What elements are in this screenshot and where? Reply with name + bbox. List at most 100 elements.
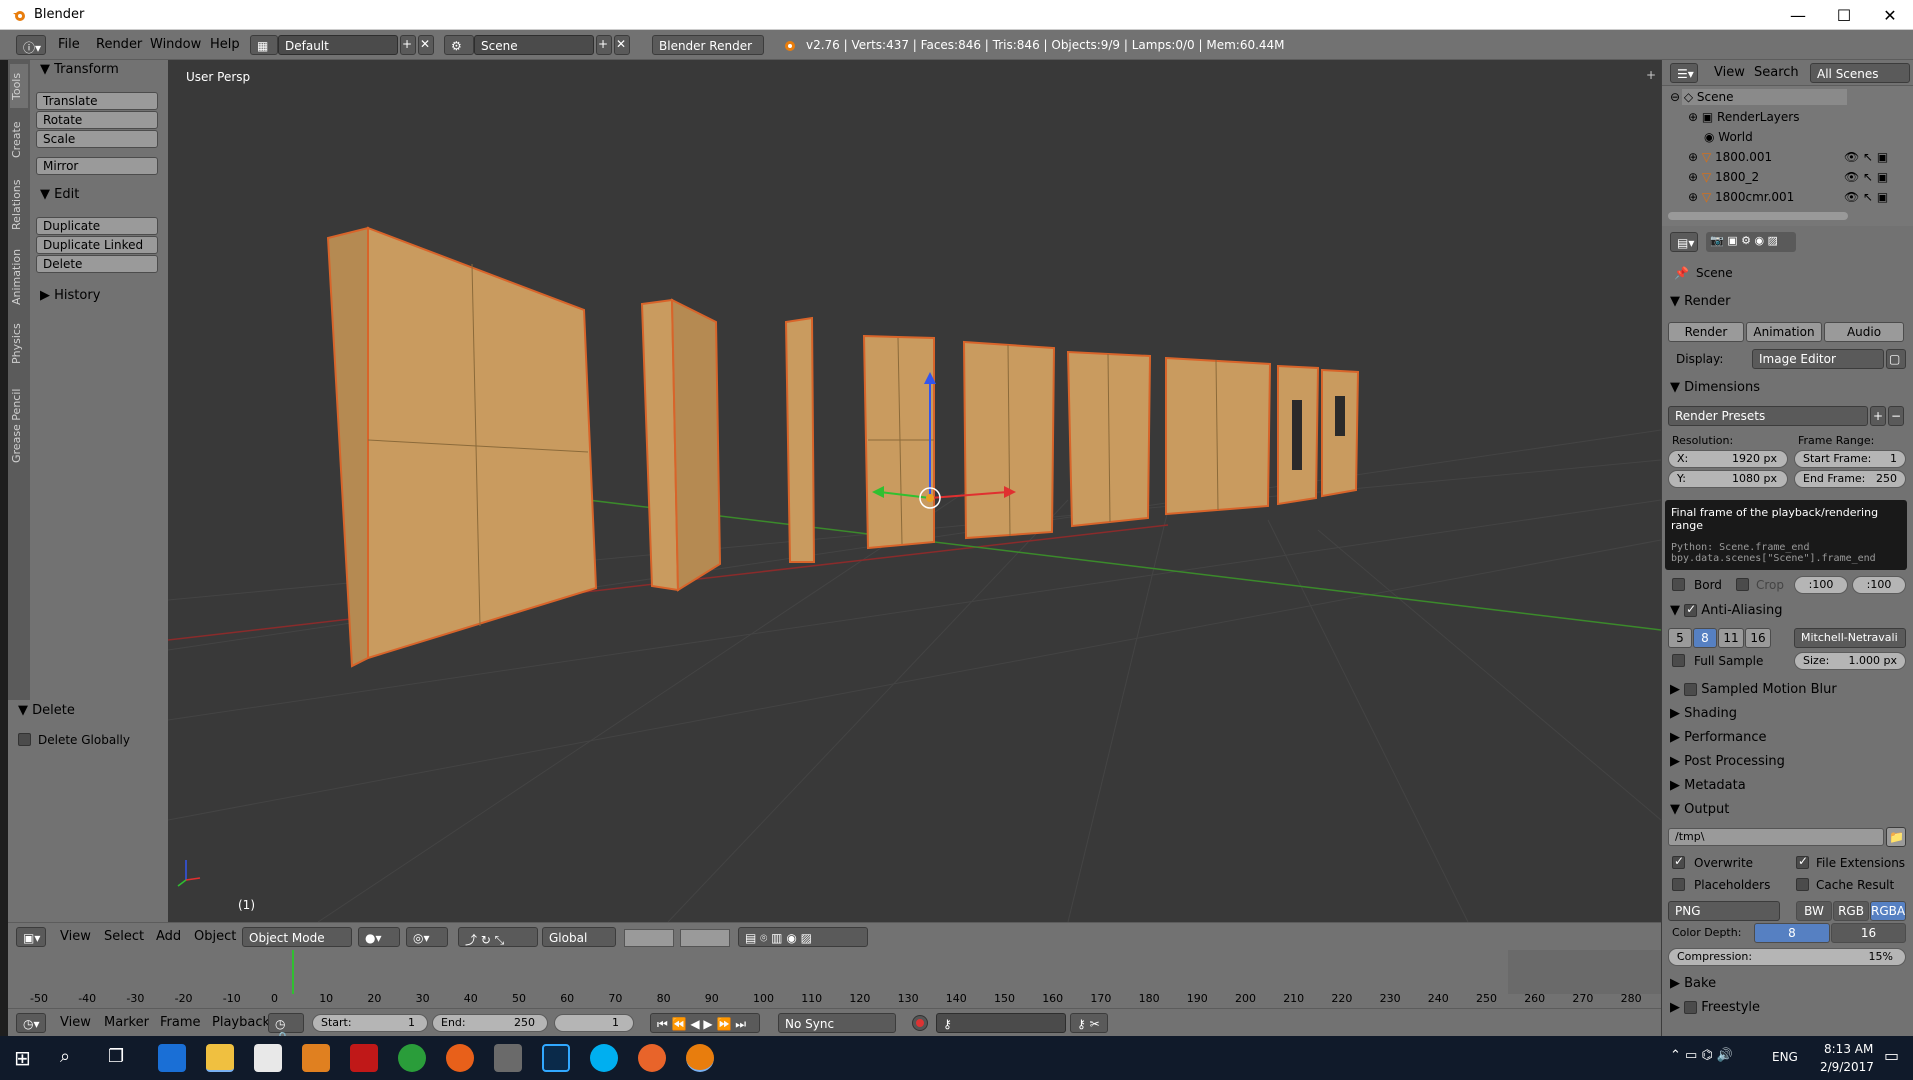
aa-samples-8[interactable]: 8 xyxy=(1693,628,1717,648)
outliner-scrollbar[interactable] xyxy=(1668,212,1848,220)
preview-range-icons[interactable]: ◷ 🔒 xyxy=(268,1013,304,1045)
file-format-dropdown[interactable]: PNG xyxy=(1668,901,1780,921)
tab-grease-pencil[interactable]: Grease Pencil xyxy=(10,376,28,476)
edge-icon[interactable] xyxy=(158,1044,186,1072)
tab-relations[interactable]: Relations xyxy=(10,172,28,238)
skype-icon[interactable] xyxy=(590,1044,618,1072)
menu-render[interactable]: Render xyxy=(96,37,142,52)
dimensions-section-header[interactable]: ▼ Dimensions xyxy=(1670,380,1760,395)
animation-button[interactable]: Animation xyxy=(1746,322,1822,342)
notifications-icon[interactable]: ▭ xyxy=(1884,1046,1899,1065)
3d-viewport[interactable]: User Persp (1) + xyxy=(168,60,1661,922)
properties-toggle-icon[interactable]: + xyxy=(1646,68,1656,82)
overwrite-checkbox[interactable] xyxy=(1672,854,1685,869)
layout-icon[interactable]: ▦ xyxy=(250,35,278,55)
menu-file[interactable]: File xyxy=(58,37,80,52)
delete-globally-checkbox[interactable] xyxy=(18,733,31,746)
mirror-button[interactable]: Mirror xyxy=(36,157,158,175)
task-view-icon[interactable]: ❐ xyxy=(108,1046,124,1067)
compression-slider[interactable]: Compression: 15% xyxy=(1668,948,1906,966)
end-frame-field[interactable]: End: 250 xyxy=(432,1014,548,1032)
resolution-y-field[interactable]: Y: 1080 px xyxy=(1668,470,1788,488)
menu-view[interactable]: View xyxy=(60,929,91,944)
filter-size-field[interactable]: Size: 1.000 px xyxy=(1794,652,1906,670)
manipulator-icons[interactable]: ⤴ ↻ ⤡ xyxy=(458,927,538,947)
blender-taskbar-icon[interactable] xyxy=(686,1044,714,1072)
display-options-icon[interactable]: ▢ xyxy=(1886,349,1906,369)
aa-samples-11[interactable]: 11 xyxy=(1718,628,1744,648)
orientation-dropdown[interactable]: Global xyxy=(542,927,616,947)
color-depth-16[interactable]: 16 xyxy=(1831,923,1906,943)
menu-object[interactable]: Object xyxy=(194,929,236,944)
clock-date[interactable]: 2/9/2017 xyxy=(1820,1060,1874,1074)
output-path-field[interactable]: /tmp\ xyxy=(1668,828,1884,846)
history-header[interactable]: ▶ History xyxy=(40,288,100,303)
end-frame-prop-field[interactable]: End Frame: 250 xyxy=(1794,470,1906,488)
duplicate-linked-button[interactable]: Duplicate Linked xyxy=(36,236,158,254)
minimize-button[interactable]: — xyxy=(1775,0,1821,30)
aa-samples-16[interactable]: 16 xyxy=(1745,628,1771,648)
store-icon[interactable] xyxy=(254,1044,282,1072)
sync-dropdown[interactable]: No Sync xyxy=(778,1013,896,1033)
layers-grid-1[interactable] xyxy=(624,929,674,947)
color-depth-8[interactable]: 8 xyxy=(1754,923,1830,943)
record-icon[interactable] xyxy=(912,1015,928,1031)
snap-render-icons[interactable]: ▤ ⌾ ▥ ◉ ▨ xyxy=(738,927,868,947)
layers-grid-2[interactable] xyxy=(680,929,730,947)
origin-icon[interactable] xyxy=(638,1044,666,1072)
outliner-object-row-2[interactable]: ⊕ ▽ 1800_2 xyxy=(1688,170,1759,184)
resolution-x-field[interactable]: X: 1920 px xyxy=(1668,450,1788,468)
render-presets-dropdown[interactable]: Render Presets xyxy=(1668,406,1868,426)
mode-dropdown[interactable]: Object Mode xyxy=(242,927,352,947)
render-button[interactable]: Render xyxy=(1668,322,1744,342)
maximize-button[interactable]: ☐ xyxy=(1821,0,1867,30)
shading-section-header[interactable]: ▶ Shading xyxy=(1670,706,1737,721)
freestyle-section-header[interactable]: ▶ Freestyle xyxy=(1670,1000,1760,1015)
tab-animation[interactable]: Animation xyxy=(10,242,28,312)
rotate-button[interactable]: Rotate xyxy=(36,111,158,129)
outliner-world-row[interactable]: ◉ World xyxy=(1704,130,1753,144)
context-pin-icon[interactable]: 📌 xyxy=(1674,266,1689,280)
properties-context-tabs[interactable]: 📷 ▣ ⚙ ◉ ▨ xyxy=(1706,232,1796,252)
layout-field[interactable]: Default xyxy=(278,35,398,55)
visibility-icons-2[interactable]: 👁 ↖ ▣ xyxy=(1844,170,1888,184)
current-frame-field[interactable]: 1 xyxy=(554,1014,634,1032)
close-button[interactable]: ✕ xyxy=(1867,0,1913,30)
tab-create[interactable]: Create xyxy=(10,112,28,168)
menu-view-timeline[interactable]: View xyxy=(60,1015,91,1030)
output-folder-icon[interactable]: 📁 xyxy=(1886,827,1906,847)
keying-set-field[interactable]: ⚷ xyxy=(936,1013,1066,1033)
shading-dropdown[interactable]: ●▾ xyxy=(358,927,400,947)
menu-playback[interactable]: Playback xyxy=(212,1015,270,1030)
start-frame-prop-field[interactable]: Start Frame: 1 xyxy=(1794,450,1906,468)
aa-filter-dropdown[interactable]: Mitchell-Netravali xyxy=(1794,628,1906,648)
scene-field[interactable]: Scene xyxy=(474,35,594,55)
calculator-icon[interactable] xyxy=(494,1044,522,1072)
outliner-filter-dropdown[interactable]: All Scenes xyxy=(1810,63,1910,83)
display-dropdown[interactable]: Image Editor xyxy=(1752,349,1884,369)
photoshop-icon[interactable] xyxy=(542,1044,570,1072)
remove-scene-icon[interactable]: ✕ xyxy=(614,35,630,55)
visibility-icons-3[interactable]: 👁 ↖ ▣ xyxy=(1844,190,1888,204)
time-remap-new-field[interactable]: :100 xyxy=(1852,576,1906,594)
translate-button[interactable]: Translate xyxy=(36,92,158,110)
duplicate-button[interactable]: Duplicate xyxy=(36,217,158,235)
edit-header[interactable]: ▼ Edit xyxy=(40,187,79,202)
color-mode-rgb[interactable]: RGB xyxy=(1833,901,1869,921)
acrobat-icon[interactable] xyxy=(350,1044,378,1072)
aa-checkbox[interactable] xyxy=(1684,602,1698,617)
pivot-dropdown[interactable]: ◎▾ xyxy=(406,927,448,947)
editor-type-properties-icon[interactable]: ▤▾ xyxy=(1670,232,1698,252)
add-layout-icon[interactable]: + xyxy=(400,35,416,55)
color-mode-rgba[interactable]: RGBA xyxy=(1870,901,1906,921)
motion-blur-section-header[interactable]: ▶ Sampled Motion Blur xyxy=(1670,682,1837,697)
placeholders-checkbox[interactable] xyxy=(1672,878,1685,891)
start-frame-field[interactable]: Start: 1 xyxy=(312,1014,428,1032)
aa-section-header[interactable]: ▼ Anti-Aliasing xyxy=(1670,602,1783,618)
tab-tools[interactable]: Tools xyxy=(10,64,28,108)
tray-icons[interactable]: ⌃ ▭ ⌬ 🔊 xyxy=(1670,1048,1733,1063)
bake-section-header[interactable]: ▶ Bake xyxy=(1670,976,1716,991)
render-section-header[interactable]: ▼ Render xyxy=(1670,294,1730,309)
outliner-menu-search[interactable]: Search xyxy=(1754,65,1799,80)
outliner-menu-view[interactable]: View xyxy=(1714,65,1745,80)
